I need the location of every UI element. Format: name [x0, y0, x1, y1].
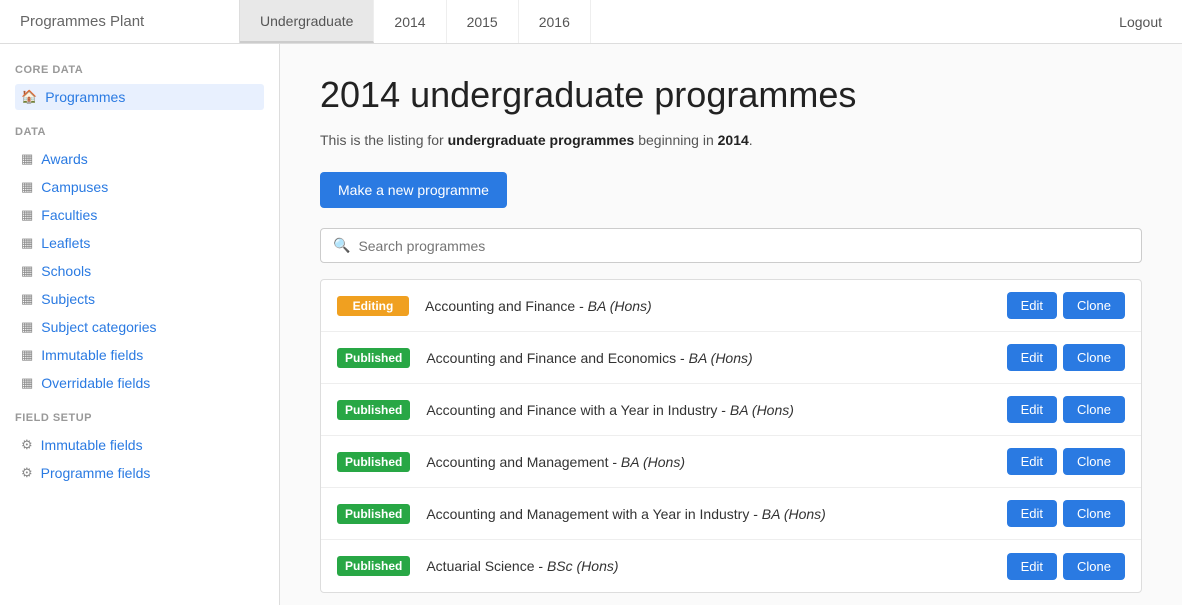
status-badge: Editing — [337, 296, 409, 316]
sidebar-item-subject-categories[interactable]: ▦ Subject categories — [15, 314, 264, 340]
row-actions: Edit Clone — [1007, 500, 1125, 527]
table-row: Published Accounting and Finance with a … — [321, 384, 1141, 436]
sidebar-section-core-data: CORE DATA — [15, 64, 264, 76]
table-icon-2: ▦ — [21, 179, 33, 195]
sidebar-item-immutable-fields[interactable]: ▦ Immutable fields — [15, 342, 264, 368]
sidebar-item-campuses[interactable]: ▦ Campuses — [15, 174, 264, 200]
row-actions: Edit Clone — [1007, 448, 1125, 475]
programme-name: Accounting and Finance and Economics - B… — [426, 350, 1006, 366]
new-programme-button[interactable]: Make a new programme — [320, 172, 507, 208]
page-description: This is the listing for undergraduate pr… — [320, 132, 1142, 148]
table-icon-5: ▦ — [21, 263, 33, 279]
main-content: 2014 undergraduate programmes This is th… — [280, 44, 1182, 605]
tab-2014[interactable]: 2014 — [374, 0, 446, 43]
table-icon-8: ▦ — [21, 347, 33, 363]
sidebar-item-field-immutable[interactable]: ⚙ Immutable fields — [15, 432, 264, 458]
sidebar-item-overridable-fields[interactable]: ▦ Overridable fields — [15, 370, 264, 396]
sidebar-item-awards[interactable]: ▦ Awards — [15, 146, 264, 172]
table-row: Published Accounting and Management - BA… — [321, 436, 1141, 488]
table-icon: ▦ — [21, 151, 33, 167]
row-actions: Edit Clone — [1007, 553, 1125, 580]
programme-name: Accounting and Finance with a Year in In… — [426, 402, 1006, 418]
status-badge: Published — [337, 556, 410, 576]
sidebar-item-programme-fields[interactable]: ⚙ Programme fields — [15, 460, 264, 486]
edit-button[interactable]: Edit — [1007, 292, 1057, 319]
sidebar-item-faculties[interactable]: ▦ Faculties — [15, 202, 264, 228]
page-title: 2014 undergraduate programmes — [320, 74, 1142, 116]
clone-button[interactable]: Clone — [1063, 292, 1125, 319]
status-badge: Published — [337, 504, 410, 524]
nav-tabs: Undergraduate 2014 2015 2016 — [240, 0, 1099, 43]
top-nav: Programmes Plant Undergraduate 2014 2015… — [0, 0, 1182, 44]
programme-name: Actuarial Science - BSc (Hons) — [426, 558, 1006, 574]
programme-name: Accounting and Management with a Year in… — [426, 506, 1006, 522]
gear-icon: ⚙ — [21, 437, 33, 453]
table-row: Published Accounting and Management with… — [321, 488, 1141, 540]
tab-2016[interactable]: 2016 — [519, 0, 591, 43]
programmes-table: Editing Accounting and Finance - BA (Hon… — [320, 279, 1142, 593]
table-row: Published Accounting and Finance and Eco… — [321, 332, 1141, 384]
tab-2015[interactable]: 2015 — [447, 0, 519, 43]
tab-undergraduate[interactable]: Undergraduate — [240, 0, 374, 43]
search-input[interactable] — [358, 238, 1129, 254]
search-bar: 🔍 — [320, 228, 1142, 263]
clone-button[interactable]: Clone — [1063, 396, 1125, 423]
edit-button[interactable]: Edit — [1007, 500, 1057, 527]
programme-name: Accounting and Finance - BA (Hons) — [425, 298, 1007, 314]
home-icon: 🏠 — [21, 89, 37, 105]
edit-button[interactable]: Edit — [1007, 553, 1057, 580]
table-row: Editing Accounting and Finance - BA (Hon… — [321, 280, 1141, 332]
app-title: Programmes Plant — [0, 0, 240, 43]
row-actions: Edit Clone — [1007, 344, 1125, 371]
status-badge: Published — [337, 452, 410, 472]
logout-button[interactable]: Logout — [1099, 0, 1182, 43]
table-row: Published Actuarial Science - BSc (Hons)… — [321, 540, 1141, 592]
layout: CORE DATA 🏠 Programmes DATA ▦ Awards ▦ C… — [0, 44, 1182, 605]
status-badge: Published — [337, 400, 410, 420]
table-icon-4: ▦ — [21, 235, 33, 251]
sidebar-item-schools[interactable]: ▦ Schools — [15, 258, 264, 284]
clone-button[interactable]: Clone — [1063, 344, 1125, 371]
search-icon: 🔍 — [333, 237, 350, 254]
programme-name: Accounting and Management - BA (Hons) — [426, 454, 1006, 470]
clone-button[interactable]: Clone — [1063, 553, 1125, 580]
sidebar-item-programmes[interactable]: 🏠 Programmes — [15, 84, 264, 110]
clone-button[interactable]: Clone — [1063, 500, 1125, 527]
sidebar: CORE DATA 🏠 Programmes DATA ▦ Awards ▦ C… — [0, 44, 280, 605]
row-actions: Edit Clone — [1007, 292, 1125, 319]
table-icon-6: ▦ — [21, 291, 33, 307]
edit-button[interactable]: Edit — [1007, 448, 1057, 475]
edit-button[interactable]: Edit — [1007, 396, 1057, 423]
sidebar-item-leaflets[interactable]: ▦ Leaflets — [15, 230, 264, 256]
sidebar-item-subjects[interactable]: ▦ Subjects — [15, 286, 264, 312]
sidebar-section-field-setup: FIELD SETUP — [15, 412, 264, 424]
row-actions: Edit Clone — [1007, 396, 1125, 423]
table-icon-7: ▦ — [21, 319, 33, 335]
gear-icon-2: ⚙ — [21, 465, 33, 481]
sidebar-section-data: DATA — [15, 126, 264, 138]
clone-button[interactable]: Clone — [1063, 448, 1125, 475]
status-badge: Published — [337, 348, 410, 368]
table-icon-9: ▦ — [21, 375, 33, 391]
table-icon-3: ▦ — [21, 207, 33, 223]
edit-button[interactable]: Edit — [1007, 344, 1057, 371]
